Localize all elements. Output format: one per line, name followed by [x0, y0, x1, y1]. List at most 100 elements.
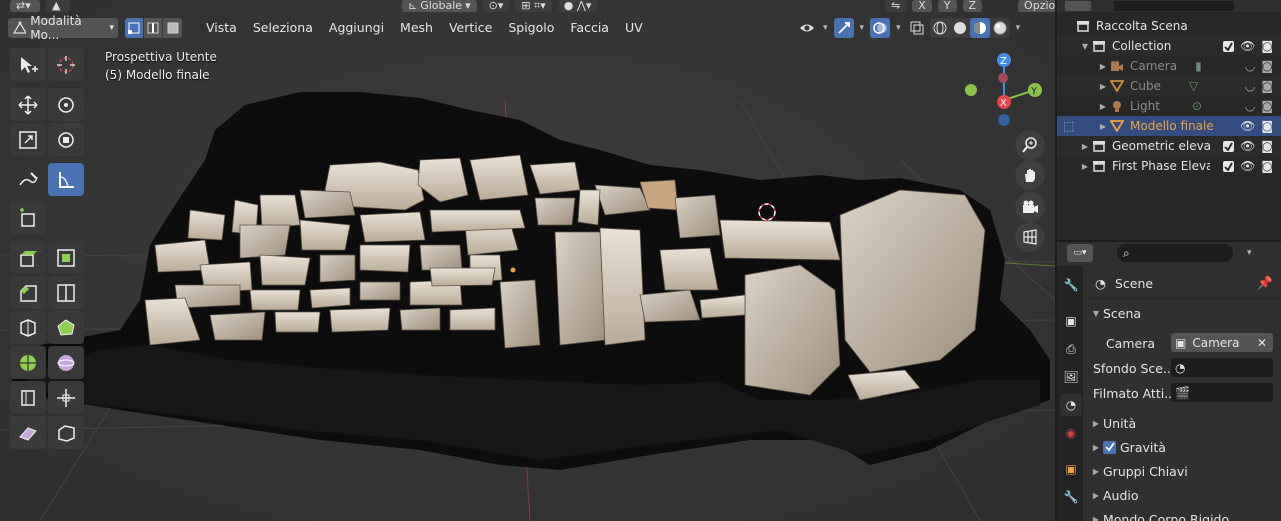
editor-type-select[interactable]: ▭▾ [1067, 244, 1093, 262]
eye-icon[interactable]: 👁 [1240, 159, 1255, 173]
pivot-select[interactable]: ⊙▾ [482, 0, 510, 12]
3d-viewport[interactable]: ⇄▾ ▲ ⊾ Globale ▾ ⊙▾ ⊞ ⌗▾ ● ⋀▾ ⇋ X Y Z Opzi… [0, 0, 1055, 521]
xray-icon[interactable] [907, 18, 927, 38]
inset-icon[interactable] [48, 241, 84, 274]
pin-icon[interactable]: 📌 [1257, 275, 1273, 291]
eye-closed-icon[interactable]: ◡ [1245, 59, 1255, 73]
gizmo-neg-y[interactable] [965, 84, 977, 96]
axis-z-toggle[interactable]: Z [962, 0, 983, 12]
spin-icon[interactable] [10, 346, 46, 379]
outliner-row-light[interactable]: ▶ Light ⊙ ◡ ◙ [1057, 96, 1281, 116]
render-camera-icon[interactable]: ◙ [1261, 99, 1273, 113]
expand-icon[interactable]: ▶ [1097, 82, 1109, 91]
menu-vista[interactable]: Vista [200, 18, 243, 38]
section-unita[interactable]: ▶ Unità [1085, 412, 1281, 434]
gizmo-neg-z[interactable] [998, 114, 1010, 126]
menu-uv[interactable]: UV [619, 18, 649, 38]
proportional-toggle[interactable]: ● ⋀▾ [557, 0, 598, 12]
mode-select[interactable]: Modalità Mo... ▾ [8, 14, 118, 42]
render-camera-icon[interactable]: ◙ [1261, 119, 1273, 133]
wireframe-shading-icon[interactable] [930, 18, 950, 38]
select-box-icon[interactable] [10, 48, 46, 81]
background-field[interactable]: ◔ [1171, 358, 1273, 377]
gravity-checkbox[interactable] [1103, 440, 1116, 454]
smooth-icon[interactable] [48, 346, 84, 379]
outliner-row-geometric-elevat[interactable]: ▶ Geometric elevat 👁 ◙ [1057, 136, 1281, 156]
snap-select[interactable]: ⊞ ⌗▾ [515, 0, 552, 12]
knife-icon[interactable] [10, 311, 46, 344]
menu-spigolo[interactable]: Spigolo [502, 18, 560, 38]
view-layer-tab-icon[interactable]: 🖼 [1060, 366, 1082, 388]
eye-icon[interactable]: 👁 [1240, 39, 1255, 53]
gizmo-icon[interactable] [833, 18, 854, 38]
vertex-select-icon[interactable] [125, 18, 144, 38]
expand-icon[interactable]: ▶ [1097, 62, 1109, 71]
eye-icon[interactable]: 👁 [1240, 139, 1255, 153]
render-camera-icon[interactable]: ◙ [1261, 59, 1273, 73]
expand-icon[interactable]: ▶ [1079, 162, 1091, 171]
camera-field[interactable]: ▣ Camera ✕ [1171, 333, 1273, 352]
visibility-icon[interactable] [797, 18, 817, 38]
world-tab-icon[interactable]: ◉ [1060, 422, 1082, 444]
exclude-checkbox[interactable] [1223, 160, 1235, 172]
expand-icon[interactable]: ▼ [1079, 42, 1091, 51]
eye-icon[interactable]: 👁 [1240, 119, 1255, 133]
overlays-icon[interactable] [870, 18, 891, 38]
outliner-row-first-phase-elevat[interactable]: ▶ First Phase Elevat 👁 ◙ [1057, 156, 1281, 176]
cursor-icon[interactable] [48, 48, 84, 81]
material-shading-icon[interactable] [969, 18, 990, 38]
scene-tab-icon[interactable]: ◔ [1060, 394, 1082, 416]
render-camera-icon[interactable]: ◙ [1261, 139, 1273, 153]
render-tab-icon[interactable]: ▣ [1060, 310, 1082, 332]
menu-seleziona[interactable]: Seleziona [247, 18, 319, 38]
properties-search-input[interactable]: ⌕ [1117, 244, 1233, 262]
menu-aggiungi[interactable]: Aggiungi [323, 18, 390, 38]
outliner-row-cube[interactable]: ▶ Cube ▽ ◡ ◙ [1057, 76, 1281, 96]
outliner-root[interactable]: Raccolta Scena [1057, 16, 1281, 36]
object-tab-icon[interactable]: ▣ [1060, 458, 1082, 480]
render-camera-icon[interactable]: ◙ [1261, 159, 1273, 173]
shear-icon[interactable] [10, 416, 46, 449]
render-camera-icon[interactable]: ◙ [1261, 39, 1273, 53]
rendered-shading-icon[interactable] [990, 18, 1010, 38]
camera-view-icon[interactable] [1015, 192, 1045, 222]
section-gruppi-chiavi[interactable]: ▶ Gruppi Chiavi [1085, 460, 1281, 482]
clip-field[interactable]: 🎬 [1171, 383, 1273, 402]
scale-icon[interactable] [10, 123, 46, 156]
options-dropdown[interactable]: Opzioni▾ [1018, 0, 1055, 12]
zoom-icon[interactable] [1015, 130, 1045, 160]
navigation-gizmo[interactable]: Z Y X [960, 50, 1050, 130]
move-icon[interactable] [10, 88, 46, 121]
chevron-down-icon[interactable]: ▾ [1247, 248, 1252, 258]
outliner-row-modello-finale[interactable]: ⬚ ▶ Modello finale 👁 ◙ [1057, 116, 1281, 136]
section-gravita[interactable]: ▶ Gravità [1085, 436, 1281, 458]
menu-vertice[interactable]: Vertice [443, 18, 498, 38]
section-mondo-corpo-rigido[interactable]: ▶ Mondo Corpo Rigido [1085, 508, 1281, 521]
bevel-icon[interactable] [10, 276, 46, 309]
modifier-tab-icon[interactable]: 🔧 [1060, 486, 1082, 508]
loop-cut-icon[interactable] [48, 276, 84, 309]
rip-icon[interactable] [48, 416, 84, 449]
rotate-icon[interactable] [48, 88, 84, 121]
exclude-checkbox[interactable] [1223, 140, 1235, 152]
axis-x-toggle[interactable]: X [912, 0, 932, 12]
edge-select-icon[interactable] [144, 18, 163, 38]
pan-hand-icon[interactable] [1015, 160, 1045, 190]
edit-mode-toggle-icon[interactable]: ⬚ [1063, 119, 1079, 133]
transform-icon[interactable] [48, 123, 84, 156]
solid-shading-icon[interactable] [950, 18, 970, 38]
eye-closed-icon[interactable]: ◡ [1245, 79, 1255, 93]
add-cube-icon[interactable] [10, 201, 46, 234]
menu-faccia[interactable]: Faccia [564, 18, 615, 38]
measure-icon[interactable] [48, 163, 84, 196]
menu-mesh[interactable]: Mesh [394, 18, 439, 38]
poly-build-icon[interactable] [48, 311, 84, 344]
clear-icon[interactable]: ✕ [1257, 336, 1267, 350]
transform-icon-chip[interactable]: ⇄▾ [10, 0, 40, 12]
orientation-select[interactable]: ⊾ Globale ▾ [402, 0, 477, 12]
scena-panel-header[interactable]: ▼ Scena [1085, 302, 1281, 324]
exclude-checkbox[interactable] [1223, 40, 1235, 52]
eye-closed-icon[interactable]: ◡ [1245, 99, 1255, 113]
mirror-icon[interactable]: ⇋ [885, 0, 907, 12]
outliner-display-mode[interactable] [1065, 1, 1091, 11]
